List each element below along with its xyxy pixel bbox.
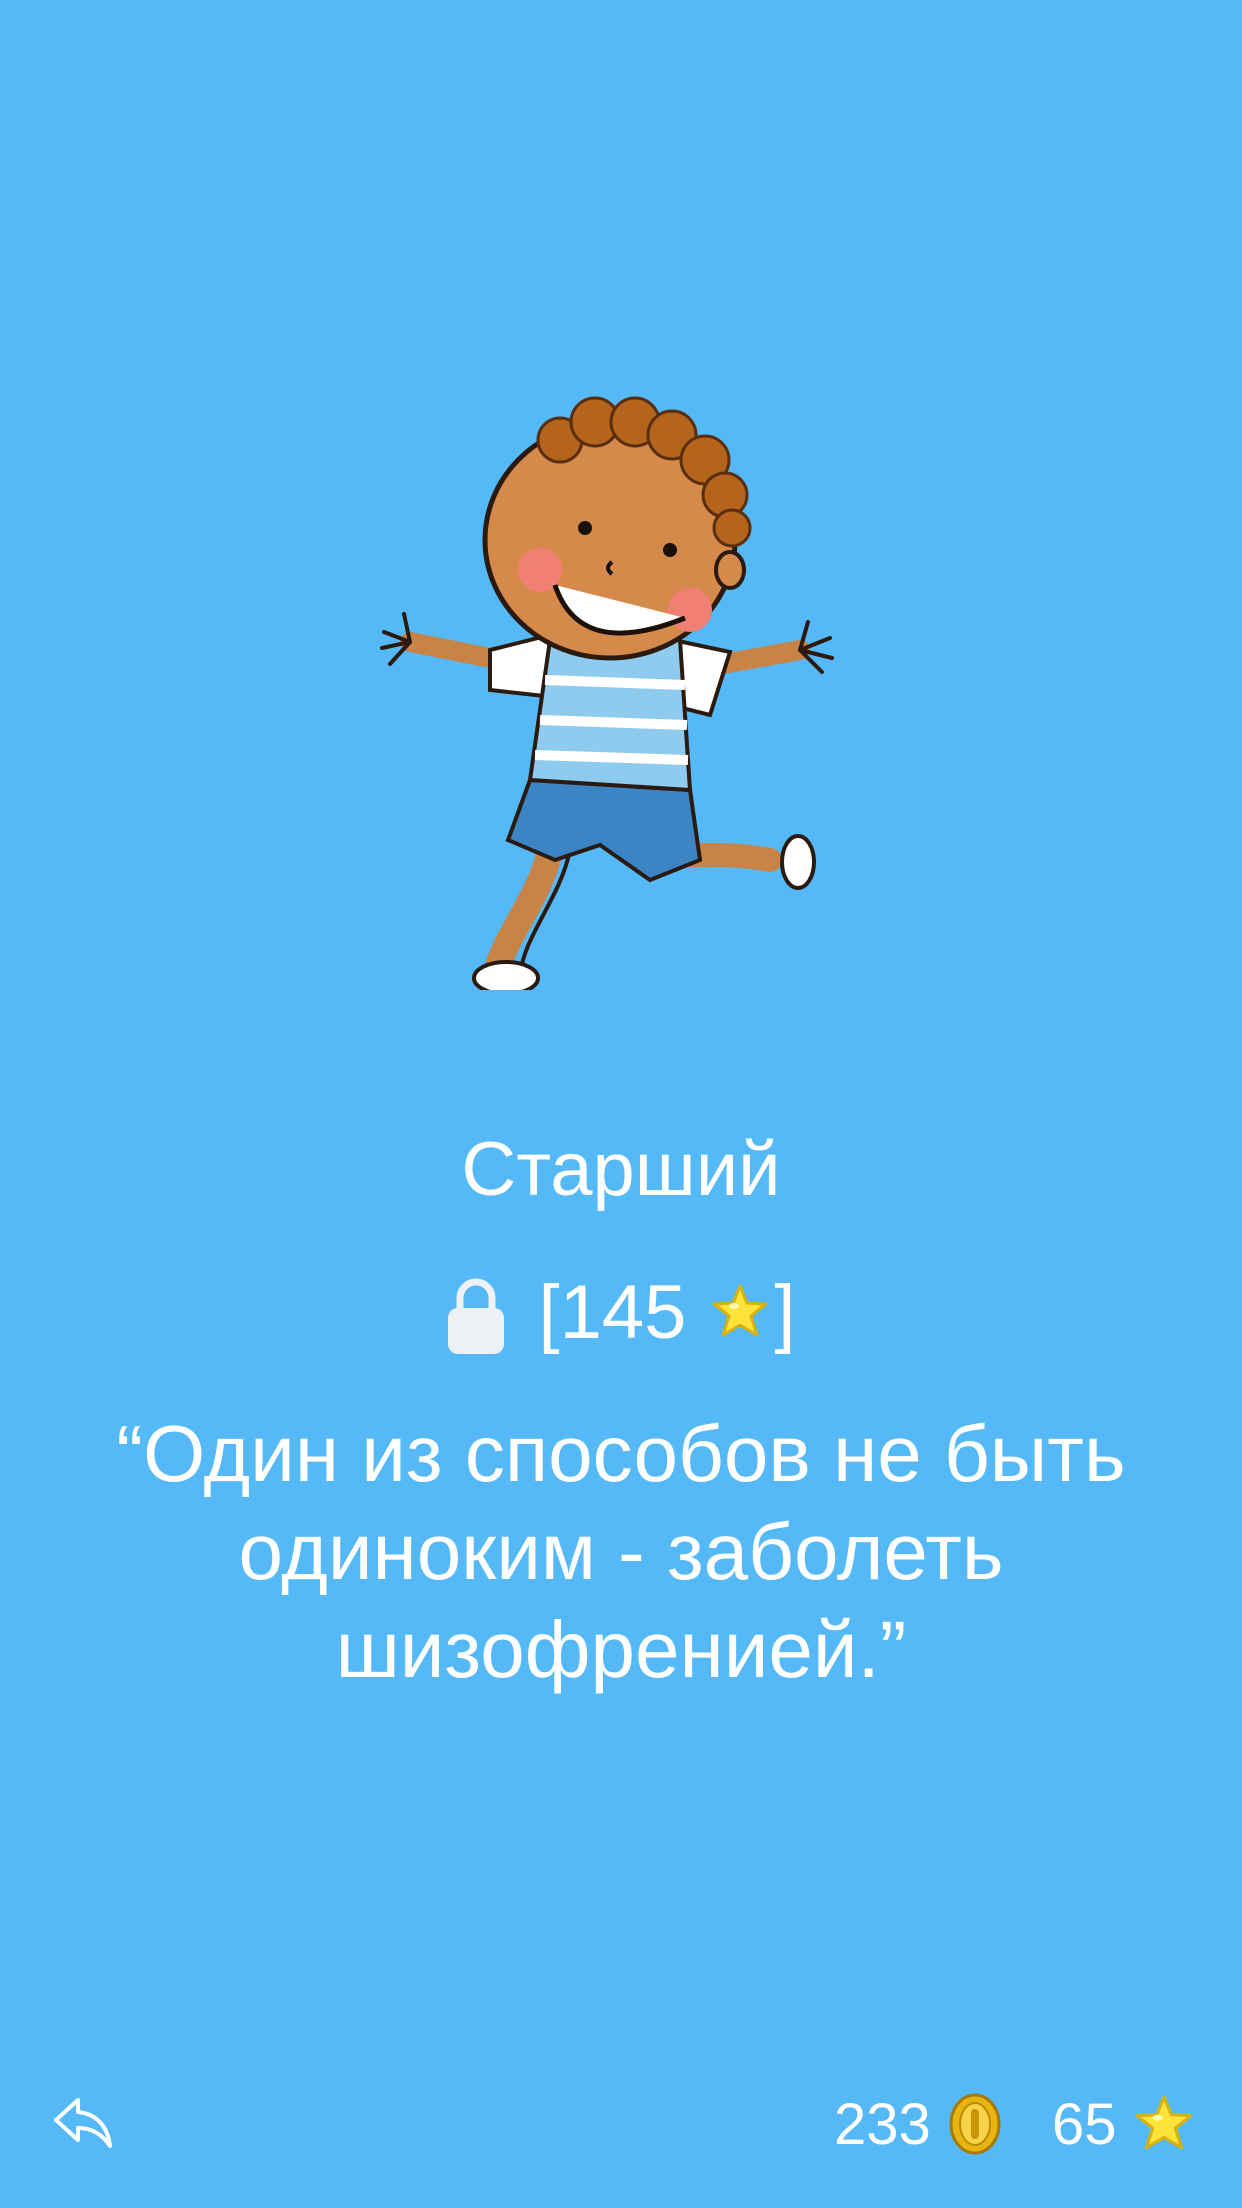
gold-coin-icon <box>949 2093 1001 2155</box>
close-bracket: ] <box>774 1269 796 1355</box>
stars-value: 65 <box>1052 2091 1117 2157</box>
boy-character-illustration <box>380 396 834 990</box>
bottom-bar: 233 65 <box>0 2080 1242 2168</box>
coins-value: 233 <box>834 2091 931 2157</box>
coins-counter: 233 <box>834 2080 1001 2168</box>
price-value: 145 <box>559 1269 687 1355</box>
open-bracket: [ <box>538 1269 560 1355</box>
character-quote: “Один из способов не быть одиноким - заб… <box>116 1409 1126 1694</box>
yellow-star-icon <box>1135 2095 1192 2150</box>
stars-counter: 65 <box>1052 2080 1195 2168</box>
reply-arrow-icon[interactable] <box>52 2094 114 2152</box>
star-icon <box>712 1284 768 1337</box>
character-title: Старший <box>461 1127 781 1212</box>
lock-icon <box>448 1278 505 1354</box>
unlock-price[interactable]: [ 145 ] <box>0 1262 1242 1362</box>
